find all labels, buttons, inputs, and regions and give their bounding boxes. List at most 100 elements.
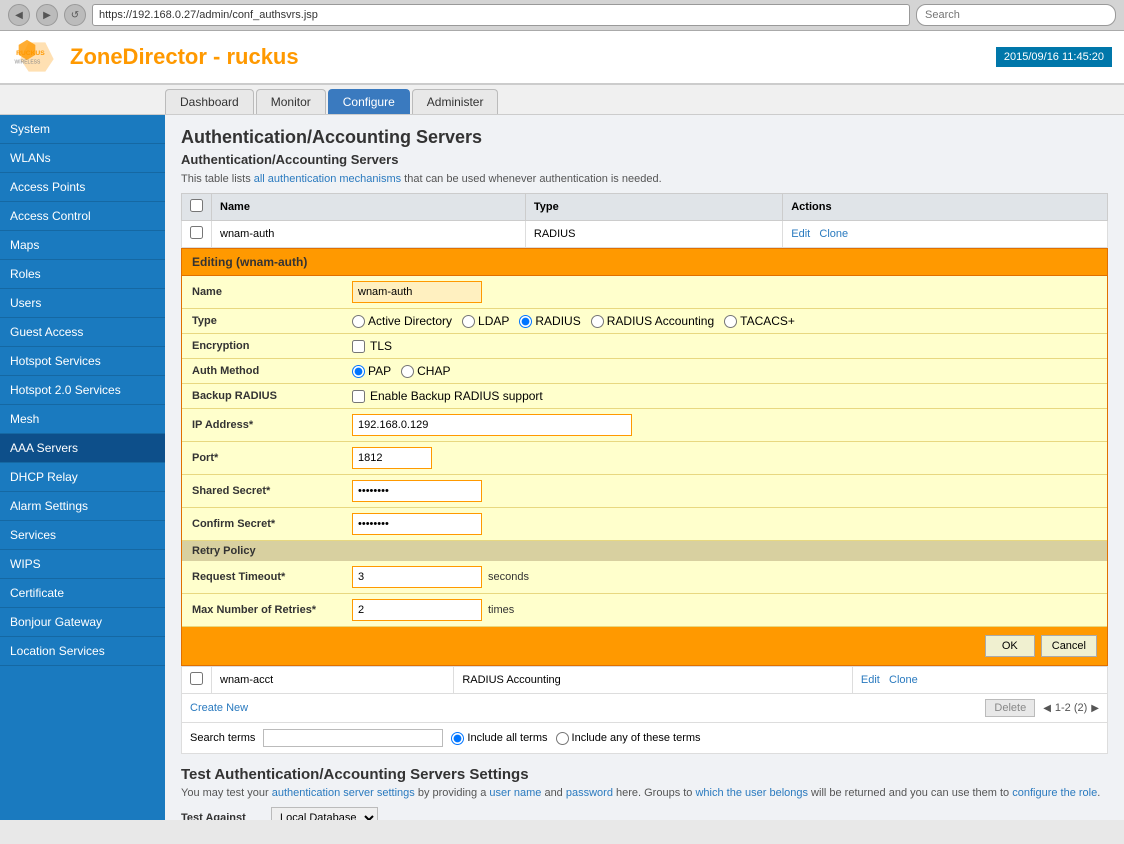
include-all-label[interactable]: Include all terms bbox=[451, 732, 547, 745]
backup-radius-checkbox-label[interactable]: Enable Backup RADIUS support bbox=[352, 389, 1097, 403]
edit-panel-header: Editing (wnam-auth) bbox=[182, 249, 1107, 276]
sidebar-item-aaa-servers[interactable]: AAA Servers bbox=[0, 434, 165, 463]
tab-monitor[interactable]: Monitor bbox=[256, 89, 326, 114]
sidebar-item-maps[interactable]: Maps bbox=[0, 231, 165, 260]
url-bar[interactable] bbox=[92, 4, 910, 26]
configure-role-link[interactable]: configure the role bbox=[1012, 787, 1097, 799]
backup-radius-checkbox[interactable] bbox=[352, 390, 365, 403]
main-layout: System WLANs Access Points Access Contro… bbox=[0, 115, 1124, 820]
create-new-link[interactable]: Create New bbox=[190, 702, 248, 714]
type-radio-radius-input[interactable] bbox=[519, 315, 532, 328]
user-belongs-link[interactable]: which the user belongs bbox=[695, 787, 808, 799]
tab-configure[interactable]: Configure bbox=[328, 89, 410, 114]
port-label: Port* bbox=[192, 452, 352, 464]
sidebar-item-users[interactable]: Users bbox=[0, 289, 165, 318]
row-checkbox[interactable] bbox=[190, 226, 203, 239]
max-retries-label: Max Number of Retries* bbox=[192, 604, 352, 616]
request-timeout-value: seconds bbox=[352, 566, 1097, 588]
edit-link-wnam-auth[interactable]: Edit bbox=[791, 228, 810, 240]
sidebar-item-certificate[interactable]: Certificate bbox=[0, 579, 165, 608]
browser-search-input[interactable] bbox=[916, 4, 1116, 26]
shared-secret-input[interactable] bbox=[352, 480, 482, 502]
type-radio-ldap[interactable]: LDAP bbox=[462, 314, 509, 328]
type-radio-tacacs[interactable]: TACACS+ bbox=[724, 314, 795, 328]
auth-settings-link[interactable]: authentication server settings bbox=[272, 787, 415, 799]
row-name-wnam-acct: wnam-acct bbox=[212, 667, 454, 694]
sidebar-item-mesh[interactable]: Mesh bbox=[0, 405, 165, 434]
sidebar-item-hotspot2-services[interactable]: Hotspot 2.0 Services bbox=[0, 376, 165, 405]
sidebar-item-hotspot-services[interactable]: Hotspot Services bbox=[0, 347, 165, 376]
back-button[interactable]: ◀ bbox=[8, 4, 30, 26]
clone-link-wnam-acct[interactable]: Clone bbox=[889, 674, 918, 686]
sidebar-item-access-control[interactable]: Access Control bbox=[0, 202, 165, 231]
sidebar-item-services[interactable]: Services bbox=[0, 521, 165, 550]
ip-input[interactable] bbox=[352, 414, 632, 436]
auth-chap-radio[interactable] bbox=[401, 365, 414, 378]
sidebar-item-bonjour-gateway[interactable]: Bonjour Gateway bbox=[0, 608, 165, 637]
port-input[interactable] bbox=[352, 447, 432, 469]
tls-checkbox-label[interactable]: TLS bbox=[352, 339, 1097, 353]
test-against-select[interactable]: Local Database bbox=[271, 807, 378, 820]
row-actions-wnam-acct: Edit Clone bbox=[852, 667, 1107, 694]
delete-button[interactable]: Delete bbox=[985, 699, 1035, 717]
type-radio-ad[interactable]: Active Directory bbox=[352, 314, 452, 328]
next-page-btn[interactable]: ▶ bbox=[1091, 703, 1099, 714]
shared-secret-value bbox=[352, 480, 1097, 502]
type-radio-radius-acct[interactable]: RADIUS Accounting bbox=[591, 314, 714, 328]
col-actions: Actions bbox=[783, 194, 1108, 221]
type-radio-radius-acct-input[interactable] bbox=[591, 315, 604, 328]
name-input[interactable] bbox=[352, 281, 482, 303]
type-radio-radius[interactable]: RADIUS bbox=[519, 314, 580, 328]
sidebar-item-access-points[interactable]: Access Points bbox=[0, 173, 165, 202]
cancel-button[interactable]: Cancel bbox=[1041, 635, 1097, 657]
test-desc: You may test your authentication server … bbox=[181, 787, 1108, 799]
sidebar-item-wlans[interactable]: WLANs bbox=[0, 144, 165, 173]
sidebar-item-dhcp-relay[interactable]: DHCP Relay bbox=[0, 463, 165, 492]
type-radio-ldap-input[interactable] bbox=[462, 315, 475, 328]
pagination-label: 1-2 (2) bbox=[1055, 702, 1087, 714]
forward-button[interactable]: ▶ bbox=[36, 4, 58, 26]
ip-label: IP Address* bbox=[192, 419, 352, 431]
edit-link-wnam-acct[interactable]: Edit bbox=[861, 674, 880, 686]
sidebar-item-alarm-settings[interactable]: Alarm Settings bbox=[0, 492, 165, 521]
user-name-link[interactable]: user name bbox=[489, 787, 541, 799]
auth-pap-radio[interactable] bbox=[352, 365, 365, 378]
sidebar-item-system[interactable]: System bbox=[0, 115, 165, 144]
ruckus-logo: RUCKUS WIRELESS bbox=[12, 37, 62, 77]
max-retries-input[interactable] bbox=[352, 599, 482, 621]
form-row-encryption: Encryption TLS bbox=[182, 334, 1107, 359]
password-link[interactable]: password bbox=[566, 787, 613, 799]
svg-text:WIRELESS: WIRELESS bbox=[15, 59, 42, 65]
auth-chap-label[interactable]: CHAP bbox=[401, 364, 450, 378]
sidebar-item-wips[interactable]: WIPS bbox=[0, 550, 165, 579]
type-radio-tacacs-input[interactable] bbox=[724, 315, 737, 328]
confirm-secret-input[interactable] bbox=[352, 513, 482, 535]
clone-link-wnam-auth[interactable]: Clone bbox=[819, 228, 848, 240]
select-all-checkbox[interactable] bbox=[190, 199, 203, 212]
test-title: Test Authentication/Accounting Servers S… bbox=[181, 766, 1108, 783]
tab-administer[interactable]: Administer bbox=[412, 89, 499, 114]
type-radio-ad-input[interactable] bbox=[352, 315, 365, 328]
ok-button[interactable]: OK bbox=[985, 635, 1035, 657]
row-checkbox-wnam-acct[interactable] bbox=[190, 672, 203, 685]
request-timeout-input[interactable] bbox=[352, 566, 482, 588]
auth-pap-label[interactable]: PAP bbox=[352, 364, 391, 378]
include-all-radio[interactable] bbox=[451, 732, 464, 745]
include-any-radio[interactable] bbox=[556, 732, 569, 745]
max-retries-suffix: times bbox=[488, 604, 514, 616]
confirm-secret-value bbox=[352, 513, 1097, 535]
nav-bar: Dashboard Monitor Configure Administer bbox=[0, 85, 1124, 115]
sidebar-item-roles[interactable]: Roles bbox=[0, 260, 165, 289]
include-any-label[interactable]: Include any of these terms bbox=[556, 732, 701, 745]
search-input[interactable] bbox=[263, 729, 443, 747]
sidebar-item-location-services[interactable]: Location Services bbox=[0, 637, 165, 666]
description-text: This table lists all authentication mech… bbox=[181, 173, 1108, 185]
auth-mechanisms-link[interactable]: all authentication mechanisms bbox=[254, 173, 401, 185]
tab-dashboard[interactable]: Dashboard bbox=[165, 89, 254, 114]
form-row-name: Name bbox=[182, 276, 1107, 309]
sidebar-item-guest-access[interactable]: Guest Access bbox=[0, 318, 165, 347]
form-row-request-timeout: Request Timeout* seconds bbox=[182, 561, 1107, 594]
tls-checkbox[interactable] bbox=[352, 340, 365, 353]
refresh-button[interactable]: ↺ bbox=[64, 4, 86, 26]
prev-page-btn[interactable]: ◀ bbox=[1043, 703, 1051, 714]
